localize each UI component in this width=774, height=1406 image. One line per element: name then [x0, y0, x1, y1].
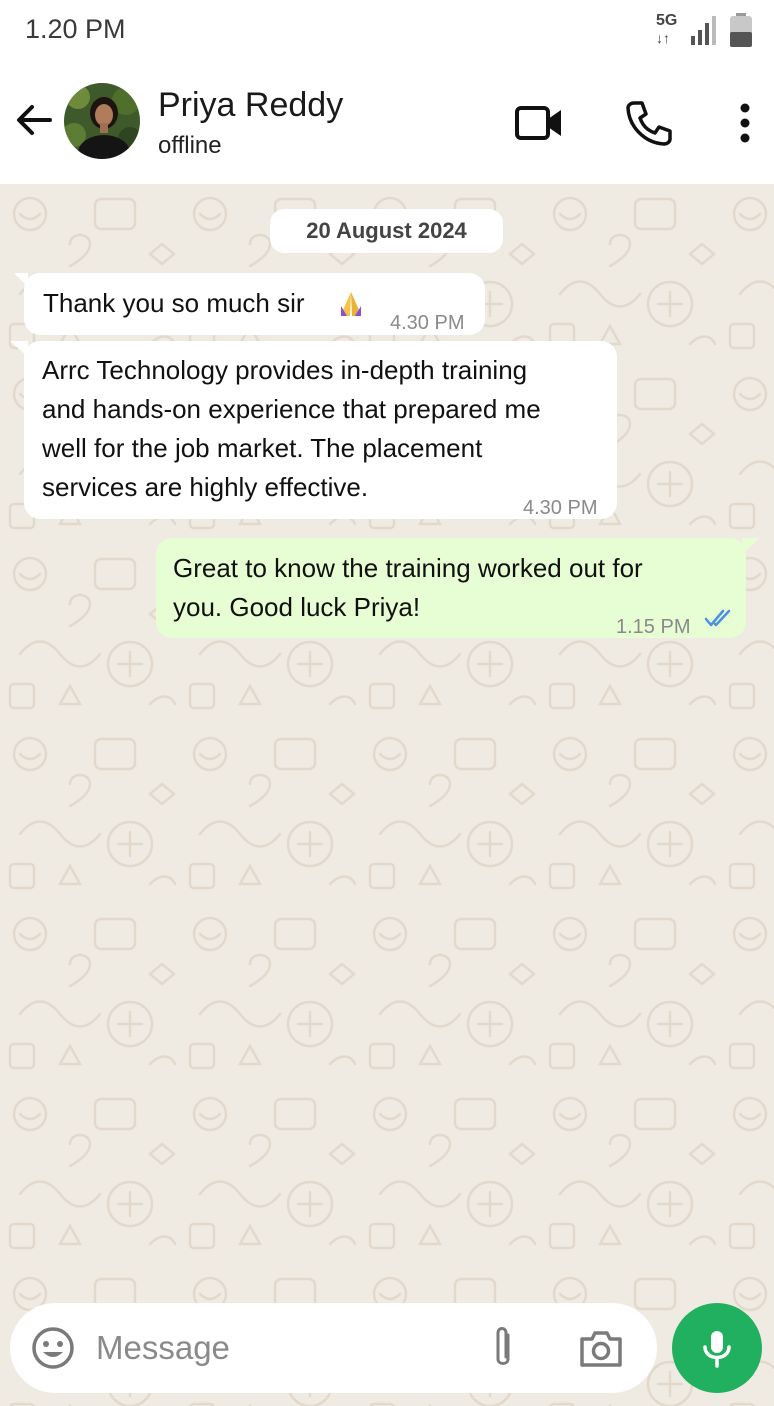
message-time: 4.30 PM [523, 497, 598, 519]
message-line: Arrc Technology provides in-depth traini… [42, 355, 528, 385]
microphone-icon [703, 1331, 731, 1368]
folded-hands-emoji-icon [341, 292, 361, 316]
voice-message-button[interactable] [672, 1303, 762, 1393]
message-time: 1.15 PM [616, 616, 691, 638]
signal-icon [691, 16, 716, 45]
message-line: services are highly effective. [42, 472, 369, 502]
battery-icon [730, 13, 752, 47]
network-indicator: 5G ↓↑ [656, 12, 682, 48]
bubble-tail [742, 538, 760, 554]
chat-area[interactable]: 20 August 2024 Thank you so much sir 4.3… [0, 184, 774, 1406]
voice-call-icon[interactable] [624, 98, 674, 148]
avatar[interactable] [64, 83, 140, 159]
bubble-tail [10, 341, 28, 357]
back-arrow-icon[interactable] [12, 98, 56, 142]
status-icons: 5G ↓↑ [656, 10, 754, 50]
emoji-icon[interactable] [28, 1323, 78, 1373]
network-type: 5G [656, 12, 678, 29]
outgoing-message[interactable]: Great to know the training worked out fo… [156, 538, 760, 638]
status-time: 1.20 PM [25, 14, 126, 44]
contact-status: offline [158, 132, 222, 159]
message-line: well for the job market. The placement [42, 433, 483, 463]
more-options-icon[interactable] [720, 98, 770, 148]
status-bar: 1.20 PM 5G ↓↑ [0, 0, 774, 62]
message-line: and hands-on experience that prepared me [42, 394, 541, 424]
message-line: Great to know the training worked out fo… [173, 553, 643, 583]
message-composer [10, 1303, 657, 1393]
attachment-icon[interactable] [478, 1323, 528, 1373]
bubble-tail [14, 273, 28, 287]
contact-name[interactable]: Priya Reddy [158, 86, 343, 125]
chat-header: Priya Reddy offline [0, 62, 774, 184]
message-time: 4.30 PM [390, 312, 465, 334]
read-receipt-icon [704, 609, 731, 627]
incoming-message[interactable]: Thank you so much sir 4.30 PM [14, 273, 485, 335]
data-transfer-icon: ↓↑ [656, 30, 670, 46]
video-call-icon[interactable] [514, 98, 564, 148]
message-input[interactable] [96, 1325, 466, 1371]
camera-icon[interactable] [576, 1323, 626, 1373]
date-separator: 20 August 2024 [270, 209, 503, 253]
message-text: Thank you so much sir [43, 288, 305, 318]
incoming-message[interactable]: Arrc Technology provides in-depth traini… [10, 341, 617, 519]
